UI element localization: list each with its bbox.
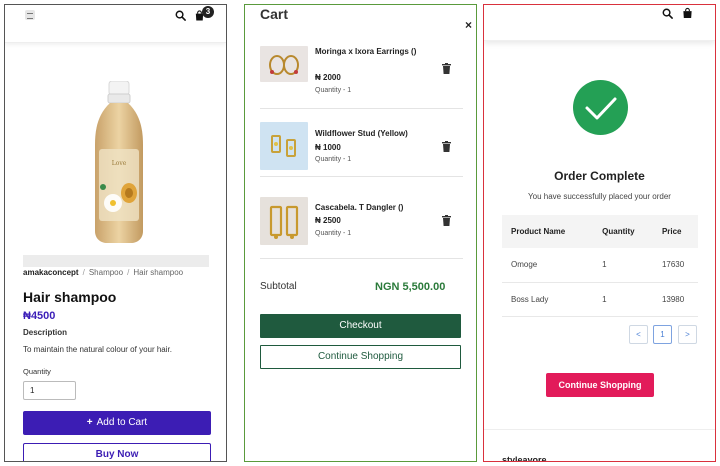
gallery-strip [23,255,209,267]
pagination-prev-button[interactable]: < [629,325,648,344]
search-icon[interactable] [662,8,673,19]
trash-icon[interactable] [442,141,451,152]
subtotal-label: Subtotal [260,281,297,292]
breadcrumb-category[interactable]: Shampoo [89,268,123,277]
quantity-input[interactable]: 1 [23,381,76,400]
footer-brand: styleavore [502,455,547,462]
cart-item-name: Moringa x Ixora Earrings () [315,47,417,56]
table-cell: 13980 [652,282,698,317]
description-text: To maintain the natural colour of your h… [23,345,172,354]
cart-item-quantity: Quantity - 1 [315,156,352,163]
table-header-row: Product Name Quantity Price [502,215,698,248]
add-to-cart-button[interactable]: + Add to Cart [23,411,211,435]
cart-item: Wildflower Stud (Yellow) ₦ 1000 Quantity… [260,111,463,177]
pagination-page-button[interactable]: 1 [653,325,672,344]
logo[interactable] [25,10,35,20]
pagination-next-button[interactable]: > [678,325,697,344]
buy-now-button[interactable]: Buy Now [23,443,211,461]
success-check-icon [573,80,628,135]
table-cell: 1 [593,282,653,317]
column-header: Price [652,215,698,248]
table-cell: Omoge [502,248,594,283]
cart-item-name: Wildflower Stud (Yellow) [315,129,408,138]
column-header: Product Name [502,215,594,248]
shopping-bag-icon[interactable] [682,7,693,19]
table-cell: 1 [593,248,653,283]
order-complete-subtitle: You have successfully placed your order [528,192,671,201]
subtotal-value: NGN 5,500.00 [375,281,446,293]
order-complete-title: Order Complete [554,169,645,183]
cart-item-image [260,197,308,245]
product-price: ₦4500 [23,310,56,322]
cart-title: Cart [260,6,289,22]
trash-icon[interactable] [442,215,451,226]
order-table: Product Name Quantity Price Omoge 1 1763… [502,215,698,317]
column-header: Quantity [593,215,653,248]
table-cell: Boss Lady [502,282,594,317]
cart-item-price: ₦ 2500 [315,216,341,225]
cart-item: Moringa x Ixora Earrings () ₦ 2000 Quant… [260,43,463,109]
footer-divider [484,429,715,430]
cart-item-image [260,122,308,170]
breadcrumb-store[interactable]: amakaconcept [23,268,79,277]
cart-item-image [260,46,308,82]
checkout-button[interactable]: Checkout [260,314,461,338]
top-nav: 3 [5,5,226,43]
table-row: Boss Lady 1 13980 [502,282,698,317]
cart-item-price: ₦ 2000 [315,73,341,82]
product-image: Love [95,81,143,243]
cart-item-quantity: Quantity - 1 [315,87,352,94]
breadcrumb: amakaconcept / Shampoo / Hair shampoo [23,268,184,277]
close-icon[interactable]: × [465,18,472,32]
table-cell: 17630 [652,248,698,283]
trash-icon[interactable] [442,63,451,74]
top-nav [484,5,715,41]
breadcrumb-current: Hair shampoo [133,268,184,277]
plus-icon: + [86,417,93,428]
cart-item-name: Cascabela. T Dangler () [315,203,404,212]
description-label: Description [23,328,68,337]
cart-count-badge: 3 [202,6,214,18]
search-icon[interactable] [175,10,186,21]
cart-item: Cascabela. T Dangler () ₦ 2500 Quantity … [260,187,463,259]
table-row: Omoge 1 17630 [502,248,698,283]
svg-text:Love: Love [112,160,127,167]
cart-item-price: ₦ 1000 [315,143,341,152]
order-complete-panel: Order Complete You have successfully pla… [483,4,716,462]
product-page-panel: 3 Love amakaconcept / Shampoo / Hair shampoo… [4,4,227,462]
product-title: Hair shampoo [23,289,117,305]
quantity-label: Quantity [23,367,51,376]
continue-shopping-button[interactable]: Continue Shopping [546,373,654,397]
cart-panel: Cart × Moringa x Ixora Earrings () ₦ 200… [244,4,477,462]
add-to-cart-label: Add to Cart [96,417,148,428]
cart-item-quantity: Quantity - 1 [315,230,352,237]
continue-shopping-button[interactable]: Continue Shopping [260,345,461,369]
